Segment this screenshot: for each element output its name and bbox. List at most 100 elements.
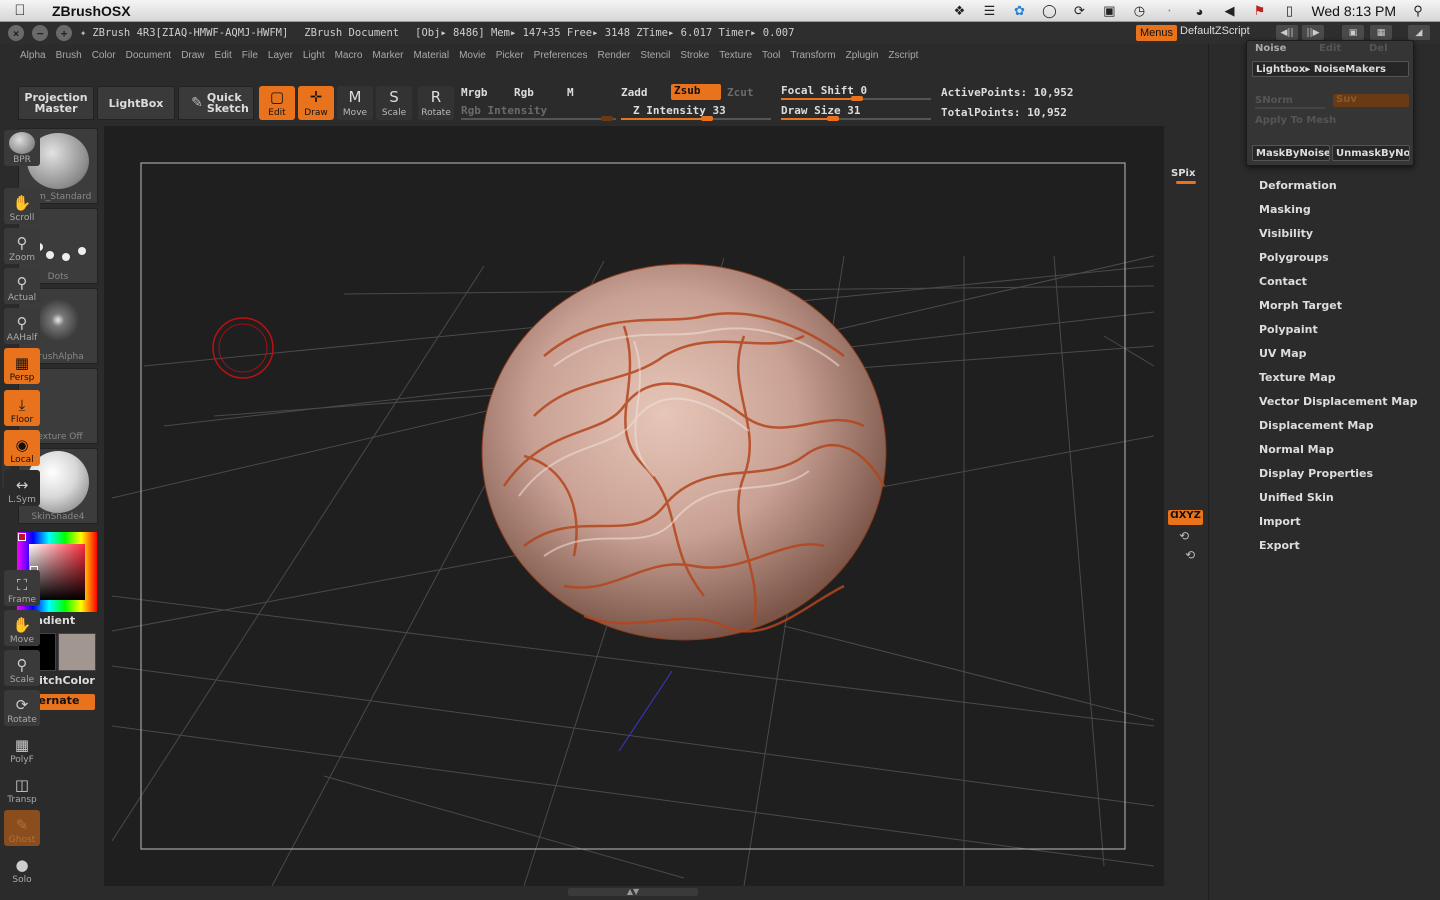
menu-brush[interactable]: Brush [56,50,82,61]
app-name[interactable]: ZBrushOSX [52,3,131,19]
rotate-view-button[interactable]: ⟳ Rotate [4,690,40,726]
battery-icon[interactable]: ▯ [1281,3,1297,19]
menu-material[interactable]: Material [414,50,450,61]
scroll-button[interactable]: ✋ Scroll [4,188,40,224]
mask-by-noise-button[interactable]: MaskByNoise [1252,145,1330,161]
menu-render[interactable]: Render [598,50,631,61]
subpalette-normal-map[interactable]: Normal Map [1259,443,1334,456]
menu-movie[interactable]: Movie [459,50,486,61]
menu-preferences[interactable]: Preferences [534,50,588,61]
solo-button[interactable]: ● Solo [4,850,40,886]
polyf-button[interactable]: ▦ PolyF [4,730,40,766]
frame-button[interactable]: ⛶ Frame [4,570,40,606]
clock[interactable]: Wed 8:13 PM [1311,3,1396,19]
move-view-button[interactable]: ✋ Move [4,610,40,646]
menu-transform[interactable]: Transform [790,50,835,61]
subpalette-deformation[interactable]: Deformation [1259,179,1337,192]
zcut-button[interactable]: Zcut [727,86,754,99]
subpalette-unified-skin[interactable]: Unified Skin [1259,491,1334,504]
subpalette-import[interactable]: Import [1259,515,1301,528]
subpalette-morph-target[interactable]: Morph Target [1259,299,1342,312]
sculpt-model[interactable] [481,263,887,641]
subpalette-polygroups[interactable]: Polygroups [1259,251,1329,264]
bpr-button[interactable]: BPR [4,130,40,166]
menu-edit[interactable]: Edit [215,50,232,61]
focal-shift-knob[interactable] [851,96,863,101]
twitter-icon[interactable]: ✿ [1011,3,1027,19]
zsub-button[interactable]: Zsub [671,84,721,100]
zadd-button[interactable]: Zadd [621,86,648,99]
quick-sketch-button[interactable]: ✎ Quick Sketch [178,86,254,120]
menu-draw[interactable]: Draw [181,50,204,61]
layout-1-icon[interactable]: ▣ [1342,25,1364,40]
rgb-intensity-track[interactable] [461,116,616,121]
status-list-icon[interactable]: ☰ [981,3,997,19]
subpalette-visibility[interactable]: Visibility [1259,227,1313,240]
menu-marker[interactable]: Marker [372,50,403,61]
menu-document[interactable]: Document [126,50,172,61]
draw-size-knob[interactable] [827,116,839,121]
persp-button[interactable]: ▦ Persp [4,348,40,384]
noise-button[interactable]: Noise [1255,43,1286,54]
flag-icon[interactable]: ⚑ [1251,3,1267,19]
menu-zscript[interactable]: Zscript [888,50,918,61]
focal-shift-track[interactable] [781,96,931,101]
subpalette-displacement-map[interactable]: Displacement Map [1259,419,1374,432]
menu-stencil[interactable]: Stencil [640,50,670,61]
menu-zplugin[interactable]: Zplugin [846,50,879,61]
menu-macro[interactable]: Macro [335,50,363,61]
subpalette-vector-displacement-map[interactable]: Vector Displacement Map [1259,395,1418,408]
subpalette-display-properties[interactable]: Display Properties [1259,467,1373,480]
subpalette-uv-map[interactable]: UV Map [1259,347,1307,360]
z-intensity-knob[interactable] [701,116,713,121]
sync-icon[interactable]: ⟳ [1071,3,1087,19]
apple-icon[interactable]:  [0,2,40,19]
default-zscript-label[interactable]: DefaultZScript [1180,25,1250,37]
edit-mode-button[interactable]: ▢ Edit [259,86,295,120]
lightbox-noisemakers-button[interactable]: Lightbox▸ NoiseMakers [1252,61,1409,77]
rotate-y-icon[interactable]: ⟲ [1179,529,1189,543]
layout-2-icon[interactable]: ▦ [1370,25,1392,40]
lightbox-button[interactable]: LightBox [97,86,175,120]
maximize-window-icon[interactable]: + [56,25,72,41]
script-prev-icon[interactable]: ◀|| [1276,25,1298,40]
time-machine-icon[interactable]: ◷ [1131,3,1147,19]
subpalette-masking[interactable]: Masking [1259,203,1311,216]
main-color-swatch[interactable] [58,633,96,671]
subpalette-contact[interactable]: Contact [1259,275,1307,288]
draw-mode-button[interactable]: ✛ Draw [298,86,334,120]
unmask-by-noise-button[interactable]: UnmaskByNo [1332,145,1410,161]
noise-del-button[interactable]: Del [1369,43,1388,54]
rotate-z-icon[interactable]: ⟲ [1185,548,1195,562]
scale-view-button[interactable]: ⚲ Scale [4,650,40,686]
xyz-button[interactable]: ⱭXYZ [1168,510,1203,525]
draw-size-track[interactable] [781,116,931,121]
floor-button[interactable]: ⤓ Floor [4,390,40,426]
noise-edit-button[interactable]: Edit [1319,43,1341,54]
menu-layer[interactable]: Layer [268,50,293,61]
menus-toggle-button[interactable]: Menus [1136,25,1178,41]
rotate-mode-button[interactable]: R Rotate [418,86,454,120]
rgb-button[interactable]: Rgb [514,86,534,99]
menu-light[interactable]: Light [303,50,325,61]
move-mode-button[interactable]: M Move [337,86,373,120]
z-intensity-slider[interactable]: Z Intensity 33 [633,104,726,117]
snorm-track[interactable] [1255,107,1325,109]
menu-alpha[interactable]: Alpha [20,50,46,61]
m-button[interactable]: M [567,86,574,99]
draw-size-slider[interactable]: Draw Size 31 [781,104,860,117]
menu-color[interactable]: Color [92,50,116,61]
script-next-icon[interactable]: ||▶ [1302,25,1324,40]
apply-to-mesh-button[interactable]: Apply To Mesh [1255,115,1336,126]
wifi-icon[interactable]: ◕ [1191,4,1207,19]
minimize-window-icon[interactable]: − [32,25,48,41]
subpalette-export[interactable]: Export [1259,539,1300,552]
spotlight-search-icon[interactable]: ⚲ [1410,3,1426,19]
actual-button[interactable]: ⚲ Actual [4,268,40,304]
document-canvas[interactable] [104,126,1164,886]
rgb-intensity-slider[interactable]: Rgb Intensity [461,104,547,117]
chat-bubble-icon[interactable]: ◯ [1041,3,1057,19]
scale-mode-button[interactable]: S Scale [376,86,412,120]
spix-slider[interactable]: SPix [1171,168,1195,179]
bottom-tray-grip[interactable]: ▲▼ [568,888,698,896]
